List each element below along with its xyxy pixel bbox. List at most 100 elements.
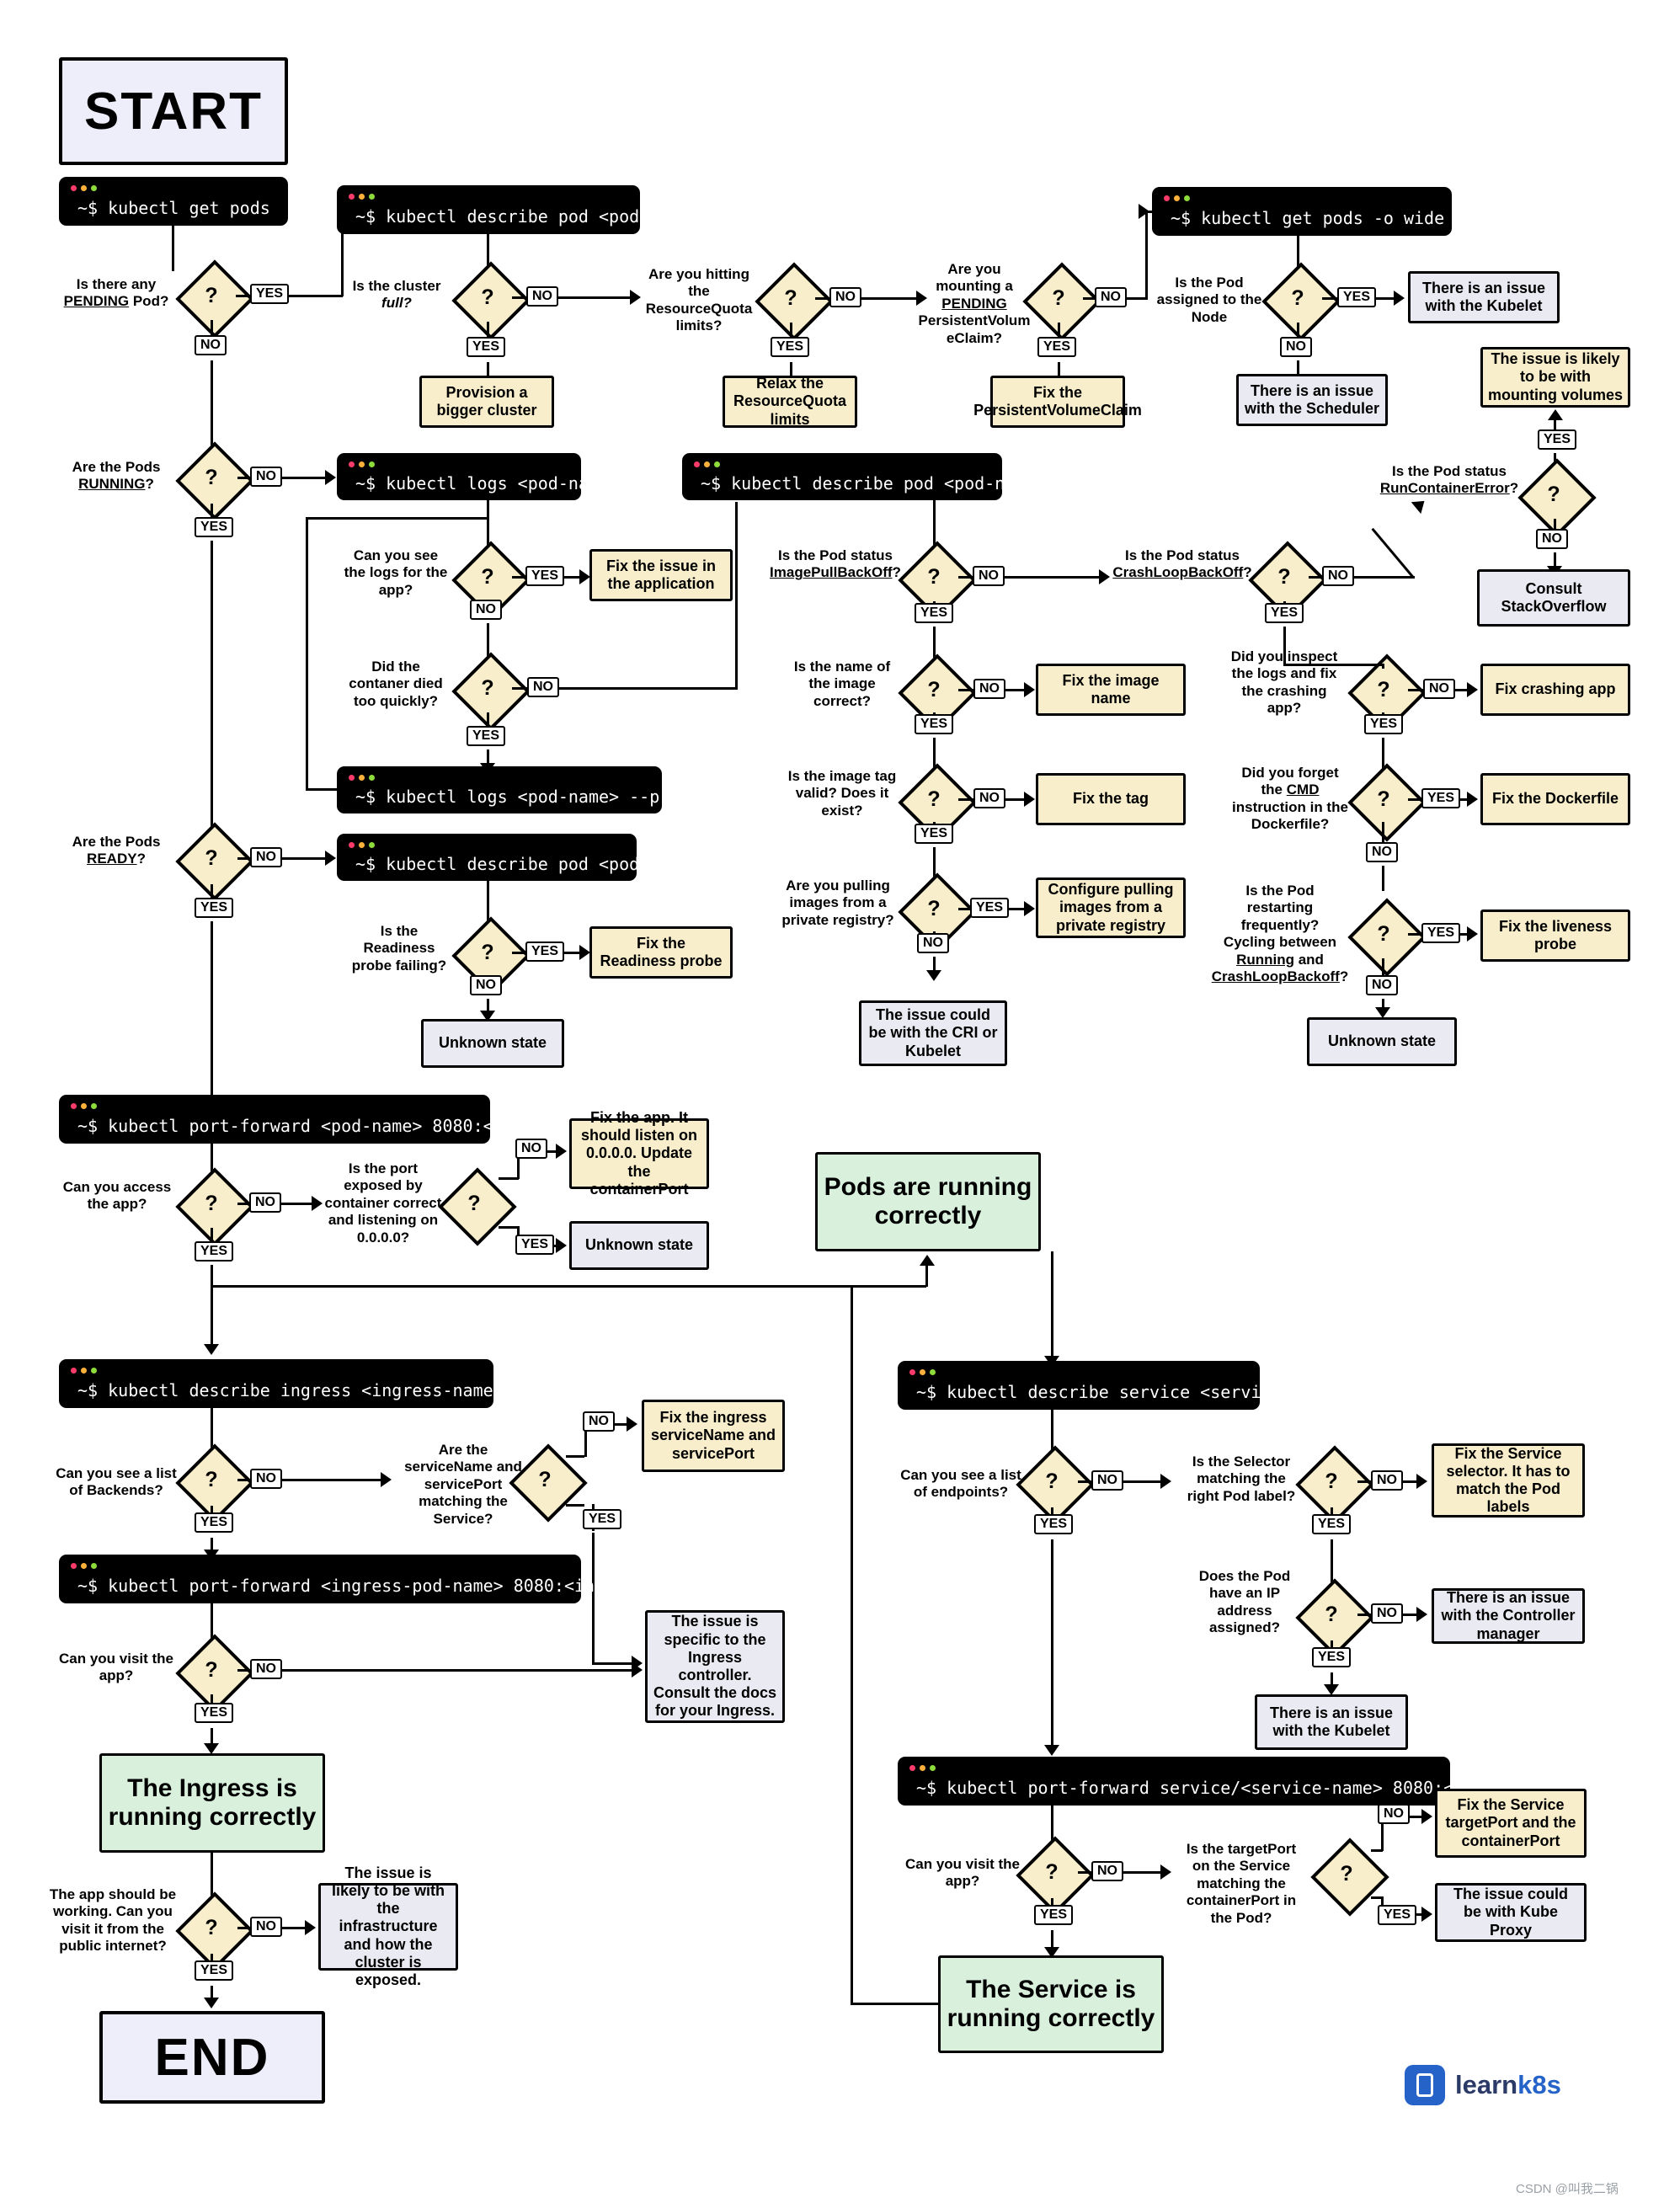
label-imagepullbackoff: Is the Pod status ImagePullBackOff? [770, 547, 901, 581]
decision-svc-selector[interactable]: ? [1295, 1445, 1374, 1524]
edge-no-private-registry: NO [917, 933, 949, 953]
decision-pending-pod[interactable]: ? [175, 259, 254, 339]
label-see-logs: Can you see the logs for the app? [344, 547, 448, 598]
decision-cluster-full[interactable]: ? [451, 261, 531, 340]
decision-crashloopbackoff[interactable]: ? [1248, 541, 1327, 620]
edge-yes-pod-ip: YES [1312, 1647, 1352, 1667]
decision-svc-endpoints[interactable]: ? [1016, 1445, 1095, 1524]
terminal-logs[interactable]: ~$ kubectl logs <pod-name> [337, 453, 619, 500]
decision-readiness-probe[interactable]: ? [451, 916, 531, 995]
action-fix-readiness: Fix the Readiness probe [589, 926, 733, 979]
terminal-dots-icon [1164, 195, 1190, 201]
decision-ingress-backends[interactable]: ? [175, 1443, 254, 1523]
decision-inspect-logs-fix[interactable]: ? [1347, 653, 1427, 733]
label-inspect-logs-fix: Did you inspect the logs and fix the crash… [1230, 648, 1338, 717]
edge-yes-pods-ready: YES [195, 898, 234, 918]
terminal-dots-icon [71, 1103, 97, 1109]
edge-no-inspect: NO [1423, 679, 1455, 699]
terminal-text: ~$ kubectl logs <pod-name> [355, 473, 620, 493]
terminal-dots-icon [694, 461, 720, 467]
action-kube-proxy: The issue could be with Kube Proxy [1435, 1883, 1587, 1942]
action-issue-kubelet-top: There is an issue with the Kubelet [1408, 271, 1560, 323]
action-fix-app-issue: Fix the issue in the application [589, 549, 733, 601]
label-port-exposed: Is the port exposed by container correct an… [324, 1160, 442, 1246]
terminal-describe-service[interactable]: ~$ kubectl describe service <service-nam… [898, 1361, 1342, 1410]
decision-public-internet[interactable]: ? [175, 1891, 254, 1971]
decision-port-exposed[interactable]: ? [438, 1167, 517, 1246]
decision-pods-running[interactable]: ? [175, 441, 254, 520]
decision-svc-targetport[interactable]: ? [1310, 1838, 1389, 1917]
edge-yes-restarting: YES [1421, 923, 1461, 943]
edge-yes-pending: YES [250, 284, 290, 304]
terminal-dots-icon [909, 1765, 936, 1771]
label-pod-restarting: Is the Pod restarting frequently? Cycling b… [1211, 883, 1349, 984]
edge-yes-inspect: YES [1364, 714, 1404, 734]
terminal-dots-icon [349, 775, 375, 781]
decision-pending-pvc[interactable]: ? [1022, 262, 1101, 341]
label-svc-visit-app: Can you visit the app? [904, 1856, 1021, 1890]
label-image-tag: Is the image tag valid? Does it exist? [787, 768, 897, 819]
edge-no-port-exposed: NO [515, 1139, 547, 1159]
label-private-registry: Are you pulling images from a private regi… [781, 877, 894, 928]
action-fix-crashing-app: Fix crashing app [1480, 664, 1630, 716]
terminal-get-pods[interactable]: ~$ kubectl get pods [59, 177, 288, 226]
terminal-port-forward-service[interactable]: ~$ kubectl port-forward service/<service… [898, 1757, 1586, 1806]
edge-no-resourcequota: NO [829, 287, 861, 307]
terminal-dots-icon [71, 185, 97, 191]
edge-no-ingress-names: NO [583, 1411, 615, 1432]
decision-ingress-visit-app[interactable]: ? [175, 1634, 254, 1713]
action-relax-quota: Relax the ResourceQuota limits [723, 375, 857, 428]
terminal-dots-icon [349, 842, 375, 848]
learnk8s-logo: learnk8s [1405, 2065, 1561, 2105]
terminal-port-forward-ingress[interactable]: ~$ kubectl port-forward <ingress-pod-nam… [59, 1555, 707, 1603]
terminal-text: ~$ kubectl get pods [77, 198, 270, 218]
decision-resourcequota[interactable]: ? [755, 262, 834, 341]
terminal-port-forward-pod[interactable]: ~$ kubectl port-forward <pod-name> 8080:… [59, 1095, 584, 1144]
edge-yes-endpoints: YES [1034, 1514, 1074, 1534]
label-pending-pvc: Are you mounting a PENDING PersistentVolum e… [918, 261, 1031, 346]
decision-imagepullbackoff[interactable]: ? [898, 541, 977, 620]
decision-pod-assigned-node[interactable]: ? [1261, 262, 1341, 341]
decision-image-tag[interactable]: ? [898, 763, 977, 842]
decision-forgot-cmd[interactable]: ? [1347, 763, 1427, 842]
decision-private-registry[interactable]: ? [898, 872, 977, 952]
edge-no-svc-visit: NO [1091, 1861, 1123, 1881]
decision-ingress-servicename[interactable]: ? [509, 1443, 588, 1523]
terminal-describe-pod-2[interactable]: ~$ kubectl describe pod <pod-name> [682, 453, 1045, 500]
terminal-describe-pod-1[interactable]: ~$ kubectl describe pod <pod-name> [337, 185, 700, 234]
terminal-get-pods-wide[interactable]: ~$ kubectl get pods -o wide [1152, 187, 1452, 236]
decision-pods-ready[interactable]: ? [175, 822, 254, 901]
edge-yes-pvc: YES [1037, 337, 1077, 357]
action-fix-targetport: Fix the Service targetPort and the conta… [1435, 1789, 1587, 1858]
edge-no-container-died: NO [527, 677, 559, 697]
decision-image-name[interactable]: ? [898, 653, 977, 733]
edge-no-selector: NO [1371, 1470, 1403, 1491]
terminal-describe-ingress[interactable]: ~$ kubectl describe ingress <ingress-nam… [59, 1359, 504, 1408]
edge-no-endpoints: NO [1091, 1470, 1123, 1491]
decision-pod-restarting[interactable]: ? [1347, 898, 1427, 977]
edge-no-pvc: NO [1095, 287, 1127, 307]
action-unknown-state-right: Unknown state [1307, 1017, 1457, 1066]
label-access-app: Can you access the app? [62, 1179, 172, 1213]
terminal-describe-pod-3[interactable]: ~$ kubectl describe pod <pod-name> [337, 834, 700, 881]
terminal-logs-previous[interactable]: ~$ kubectl logs <pod-name> --previous [337, 766, 731, 813]
edge-yes-see-logs: YES [525, 566, 565, 586]
edge-no-node: NO [1280, 337, 1312, 357]
edge-yes-cmd: YES [1421, 788, 1461, 808]
end-node: END [99, 2011, 325, 2104]
decision-access-app[interactable]: ? [175, 1167, 254, 1246]
label-public-internet: The app should be working. Can you visit i… [49, 1886, 177, 1955]
decision-see-logs[interactable]: ? [451, 541, 531, 620]
edge-yes-image-tag: YES [915, 824, 954, 844]
action-fix-liveness: Fix the liveness probe [1480, 909, 1630, 962]
terminal-text: ~$ kubectl describe ingress <ingress-nam… [77, 1380, 504, 1400]
action-infrastructure: The issue is likely to be with the infra… [318, 1864, 458, 1988]
decision-container-died[interactable]: ? [451, 652, 531, 731]
edge-no-runcontainer: NO [1536, 529, 1568, 549]
decision-pod-ip[interactable]: ? [1295, 1578, 1374, 1657]
decision-svc-visit-app[interactable]: ? [1016, 1836, 1095, 1915]
learnk8s-mark-icon [1405, 2065, 1445, 2105]
terminal-text: ~$ kubectl describe pod <pod-name> [355, 206, 701, 227]
label-pods-running: Are the Pods RUNNING? [72, 459, 161, 493]
decision-runcontainererror[interactable]: ? [1517, 458, 1597, 537]
